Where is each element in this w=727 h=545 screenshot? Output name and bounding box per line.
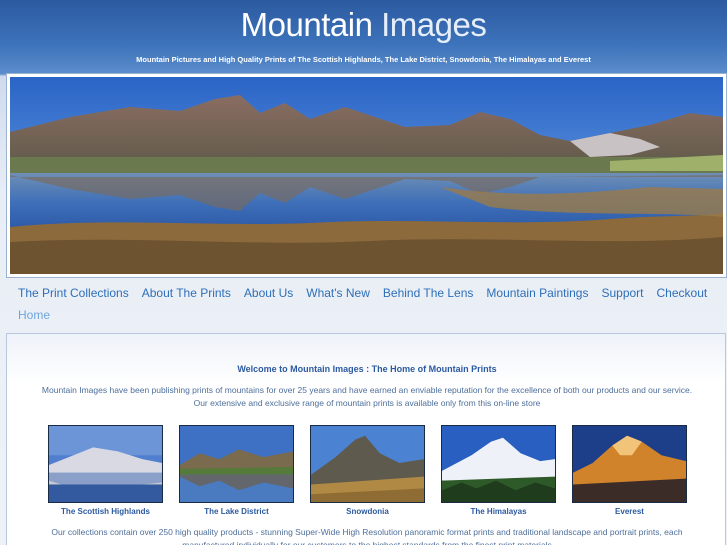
collection-snowdonia[interactable]: Snowdonia	[310, 425, 425, 516]
himalayas-thumbnail[interactable]	[441, 425, 556, 503]
nav-item-about-us[interactable]: About Us	[244, 286, 293, 300]
nav-item-checkout[interactable]: Checkout	[657, 286, 708, 300]
main-navigation: The Print Collections About The Prints A…	[18, 286, 718, 322]
site-title-part1: Mountain	[240, 6, 373, 43]
welcome-heading: Welcome to Mountain Images : The Home of…	[237, 364, 497, 374]
snowdonia-thumbnail[interactable]	[310, 425, 425, 503]
nav-item-whats-new[interactable]: What's New	[306, 286, 370, 300]
collection-lake-district[interactable]: The Lake District	[179, 425, 294, 516]
hero-panorama-image	[10, 77, 723, 274]
collection-scottish-highlands[interactable]: The Scottish Highlands	[48, 425, 163, 516]
nav-item-print-collections[interactable]: The Print Collections	[18, 286, 129, 300]
nav-item-behind-the-lens[interactable]: Behind The Lens	[383, 286, 474, 300]
main-content: Welcome to Mountain Images : The Home of…	[6, 333, 726, 545]
nav-item-about-the-prints[interactable]: About The Prints	[142, 286, 231, 300]
collection-label[interactable]: Everest	[572, 507, 687, 516]
scottish-highlands-thumbnail[interactable]	[48, 425, 163, 503]
site-title-part2: Images	[381, 6, 487, 43]
intro-text: Mountain Images have been publishing pri…	[41, 385, 693, 408]
collection-label[interactable]: The Lake District	[179, 507, 294, 516]
collection-label[interactable]: The Himalayas	[441, 507, 556, 516]
nav-item-mountain-paintings[interactable]: Mountain Paintings	[486, 286, 588, 300]
site-title[interactable]: Mountain Images	[0, 6, 727, 44]
collection-himalayas[interactable]: The Himalayas	[441, 425, 556, 516]
collection-label[interactable]: The Scottish Highlands	[48, 507, 163, 516]
nav-item-support[interactable]: Support	[601, 286, 643, 300]
outro-text: Our collections contain over 250 high qu…	[51, 527, 683, 545]
nav-item-home[interactable]: Home	[18, 308, 50, 322]
site-header: Mountain Images Mountain Pictures and Hi…	[0, 0, 727, 74]
everest-thumbnail[interactable]	[572, 425, 687, 503]
lake-district-thumbnail[interactable]	[179, 425, 294, 503]
hero-banner	[6, 73, 727, 278]
collection-everest[interactable]: Everest	[572, 425, 687, 516]
collection-label[interactable]: Snowdonia	[310, 507, 425, 516]
site-tagline: Mountain Pictures and High Quality Print…	[136, 55, 591, 64]
